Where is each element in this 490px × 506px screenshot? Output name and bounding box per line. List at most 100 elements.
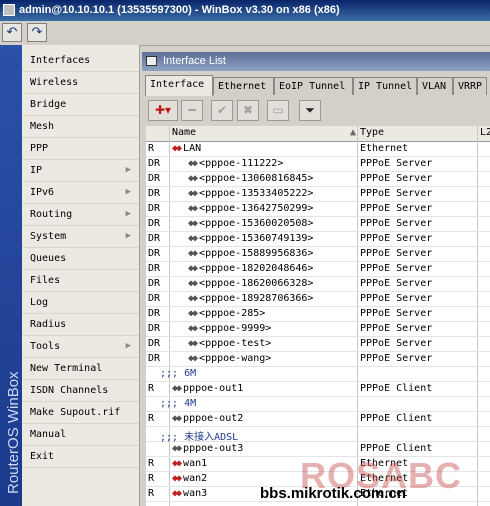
row-name-cell: ◆◆ <pppoe-15889956836> <box>188 248 313 259</box>
row-name: LAN <box>183 143 202 154</box>
row-name-cell: ◆◆ <pppoe-test> <box>188 338 271 349</box>
row-flag: DR <box>148 188 161 199</box>
filter-button[interactable]: ⏷ <box>299 100 321 121</box>
disable-button[interactable]: ✖ <box>237 100 259 121</box>
window-title: admin@10.10.10.1 (13535597300) - WinBox … <box>19 4 340 16</box>
table-row[interactable]: DR ◆◆ <pppoe-13060816845> PPPoE Server <box>146 172 490 187</box>
sidebar-item-exit[interactable]: Exit <box>22 447 139 468</box>
table-row[interactable]: DR ◆◆ <pppoe-13533405222> PPPoE Server <box>146 187 490 202</box>
table-row[interactable]: DR ◆◆ <pppoe-285> PPPoE Server <box>146 307 490 322</box>
column-l2[interactable]: L2 <box>480 127 490 138</box>
redo-button[interactable]: ↷ <box>27 23 47 42</box>
sidebar-item-label: IPv6 <box>30 187 55 198</box>
table-row[interactable]: DR ◆◆ <pppoe-18620066328> PPPoE Server <box>146 277 490 292</box>
row-type: PPPoE Server <box>360 173 433 184</box>
column-type[interactable]: Type <box>360 127 384 138</box>
tab-vrrp[interactable]: VRRP <box>453 77 487 95</box>
sidebar-item-label: Manual <box>30 429 67 440</box>
table-row[interactable]: DR ◆◆ <pppoe-9999> PPPoE Server <box>146 322 490 337</box>
main-toolbar: ↶ ↷ <box>0 21 490 46</box>
sidebar-item-isdn-channels[interactable]: ISDN Channels <box>22 381 139 402</box>
sidebar-item-system[interactable]: System ▶ <box>22 227 139 248</box>
sidebar-item-queues[interactable]: Queues <box>22 249 139 270</box>
tab-ip-tunnel[interactable]: IP Tunnel <box>353 77 417 95</box>
undo-button[interactable]: ↶ <box>2 23 22 42</box>
row-flag: R <box>148 488 155 499</box>
table-header: Name ▲ Type L2 <box>146 126 490 142</box>
sidebar-item-tools[interactable]: Tools ▶ <box>22 337 139 358</box>
table-row[interactable]: DR ◆◆ <pppoe-111222> PPPoE Server <box>146 157 490 172</box>
sidebar-item-bridge[interactable]: Bridge <box>22 95 139 116</box>
table-row[interactable]: DR ◆◆ <pppoe-15360020508> PPPoE Server <box>146 217 490 232</box>
sidebar-item-mesh[interactable]: Mesh <box>22 117 139 138</box>
row-flag: DR <box>148 248 161 259</box>
interface-icon: ◆◆ <box>188 233 198 244</box>
interface-icon: ◆◆ <box>172 458 182 469</box>
table-row[interactable]: R ◆◆ pppoe-out1 PPPoE Client <box>146 382 490 397</box>
row-name-cell: ◆◆ <pppoe-18620066328> <box>188 278 313 289</box>
sidebar-item-label: Make Supout.rif <box>30 407 121 418</box>
sidebar-item-radius[interactable]: Radius <box>22 315 139 336</box>
table-row[interactable]: DR ◆◆ <pppoe-18202048646> PPPoE Server <box>146 262 490 277</box>
sidebar-item-label: Bridge <box>30 99 67 110</box>
tab-eoip-tunnel[interactable]: EoIP Tunnel <box>274 77 353 95</box>
interface-list-title-bar[interactable]: Interface List <box>142 52 490 71</box>
row-type: PPPoE Server <box>360 278 433 289</box>
table-row[interactable]: DR ◆◆ <pppoe-wang> PPPoE Server <box>146 352 490 367</box>
add-button[interactable]: ✚▾ <box>148 100 178 121</box>
row-name: <pppoe-9999> <box>199 323 272 334</box>
submenu-arrow-icon: ▶ <box>125 187 131 197</box>
row-flag: R <box>148 473 155 484</box>
sidebar-item-ip[interactable]: IP ▶ <box>22 161 139 182</box>
sidebar-item-wireless[interactable]: Wireless <box>22 73 139 94</box>
interface-icon: ◆◆ <box>188 323 198 334</box>
tab-interface[interactable]: Interface <box>145 75 213 96</box>
table-row[interactable]: DR ◆◆ <pppoe-15360749139> PPPoE Server <box>146 232 490 247</box>
filter-icon: ⏷ <box>305 103 315 117</box>
tab-vlan[interactable]: VLAN <box>417 77 453 95</box>
row-name: <pppoe-13060816845> <box>199 173 314 184</box>
row-flag: R <box>148 383 155 394</box>
comment-button[interactable]: ▭ <box>267 100 289 121</box>
sidebar-menu: Interfaces Wireless Bridge Mesh PPP IP ▶ IPv6 ▶ R… <box>22 45 140 506</box>
row-name: <pppoe-test> <box>199 338 272 349</box>
interface-icon: ◆◆ <box>188 263 198 274</box>
sidebar-item-make-supout-rif[interactable]: Make Supout.rif <box>22 403 139 424</box>
interface-icon: ◆◆ <box>172 473 182 484</box>
remove-button[interactable]: ━ <box>181 100 203 121</box>
sidebar-item-files[interactable]: Files <box>22 271 139 292</box>
sidebar-item-ipv6[interactable]: IPv6 ▶ <box>22 183 139 204</box>
table-row[interactable]: DR ◆◆ <pppoe-13642750299> PPPoE Server <box>146 202 490 217</box>
interface-icon: ◆◆ <box>172 413 182 424</box>
table-row[interactable]: R ◆◆ pppoe-out2 PPPoE Client <box>146 412 490 427</box>
row-flag: DR <box>148 233 161 244</box>
sidebar-item-label: IP <box>30 165 43 176</box>
enable-button[interactable]: ✔ <box>211 100 233 121</box>
sidebar-item-ppp[interactable]: PPP <box>22 139 139 160</box>
table-row[interactable]: DR ◆◆ <pppoe-15889956836> PPPoE Server <box>146 247 490 262</box>
redo-icon: ↷ <box>31 25 43 40</box>
row-name-cell: ◆◆ <pppoe-13533405222> <box>188 188 313 199</box>
table-row[interactable]: DR ◆◆ <pppoe-18928706366> PPPoE Server <box>146 292 490 307</box>
row-flag: DR <box>148 323 161 334</box>
row-type: PPPoE Server <box>360 203 433 214</box>
row-name: <pppoe-13533405222> <box>199 188 314 199</box>
table-row[interactable]: DR ◆◆ <pppoe-test> PPPoE Server <box>146 337 490 352</box>
column-name[interactable]: Name <box>172 127 196 138</box>
sidebar-item-manual[interactable]: Manual <box>22 425 139 446</box>
row-type: PPPoE Server <box>360 233 433 244</box>
interface-list-title: Interface List <box>163 55 226 67</box>
comment-row: ;;; 未接入ADSL <box>146 427 490 443</box>
brand-strip: RouterOS WinBox <box>0 45 22 506</box>
tab-ethernet[interactable]: Ethernet <box>213 77 274 95</box>
sidebar-item-log[interactable]: Log <box>22 293 139 314</box>
row-flag: DR <box>148 353 161 364</box>
sidebar-item-label: Log <box>30 297 49 308</box>
interface-icon: ◆◆ <box>172 143 182 154</box>
sidebar-item-routing[interactable]: Routing ▶ <box>22 205 139 226</box>
sidebar-item-interfaces[interactable]: Interfaces <box>22 51 139 72</box>
row-type: PPPoE Server <box>360 218 433 229</box>
table-row[interactable]: R ◆◆ LAN Ethernet <box>146 142 490 157</box>
sidebar-item-new-terminal[interactable]: New Terminal <box>22 359 139 380</box>
row-name-cell: ◆◆ pppoe-out1 <box>172 383 243 394</box>
